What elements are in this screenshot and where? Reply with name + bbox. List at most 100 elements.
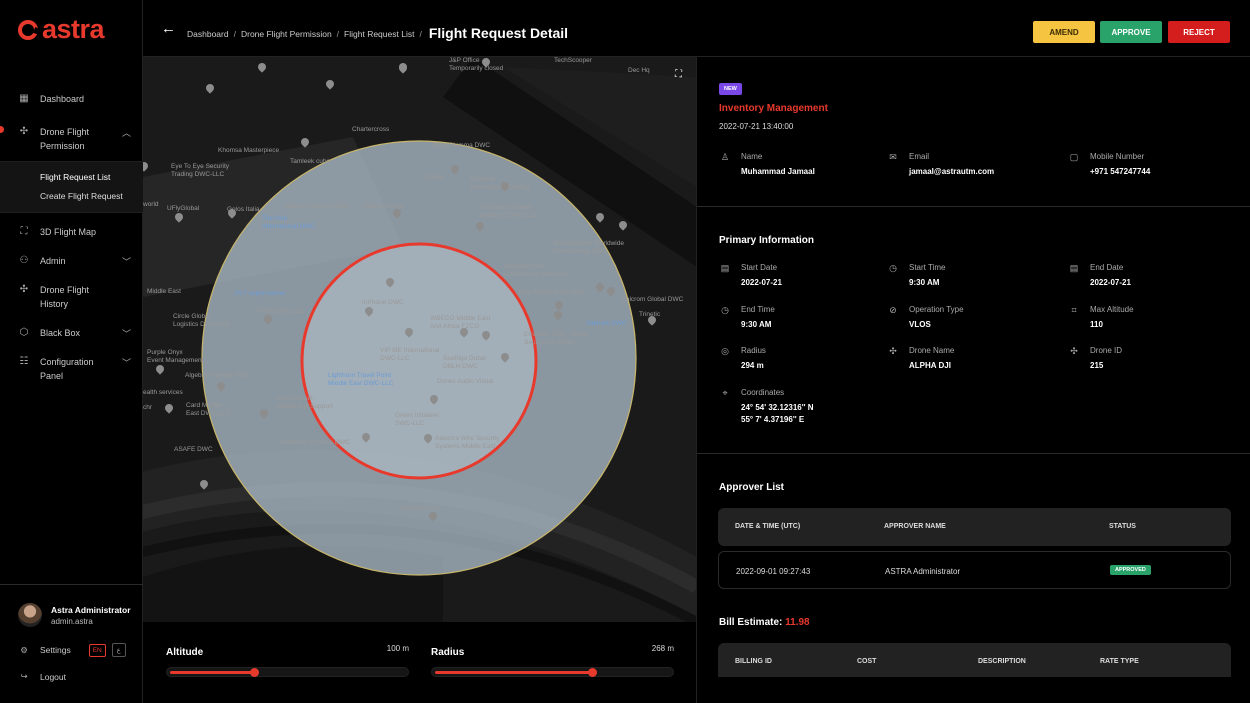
field-label: Operation Type [909, 305, 964, 314]
logout-label: Logout [40, 671, 66, 682]
altitude-fill [170, 671, 254, 674]
field-label: Drone ID [1090, 346, 1123, 355]
approver-name: ASTRA Administrator [885, 567, 961, 576]
lang-en-button[interactable]: EN [88, 643, 106, 657]
gear-icon: ⚙ [20, 644, 28, 655]
altitude-icon: ⌗ [1071, 305, 1077, 315]
sidebar-item-configuration-panel[interactable]: ☷ Configuration Panel ﹀ [0, 351, 143, 391]
request-datetime: 2022-07-21 13:40:00 [719, 122, 794, 131]
field-value: +971 547247744 [1090, 167, 1151, 176]
sidebar-item-label: Dashboard [40, 94, 85, 104]
field-value: Muhammad Jamaal [741, 167, 815, 176]
map-icon: ⛶ [20, 226, 28, 237]
map-controls: Altitude 100 m Radius 268 m [143, 622, 697, 703]
sidebar-sub-create-flight-request[interactable]: Create Flight Request [0, 187, 143, 206]
astra-logo[interactable]: astra [18, 14, 105, 45]
field-label: End Date [1090, 263, 1124, 272]
clock-icon: ◷ [889, 263, 897, 273]
altitude-slider[interactable] [166, 667, 409, 677]
field-value: 110 [1090, 320, 1103, 329]
field-value: 2022-07-21 [1090, 278, 1131, 287]
field-value: VLOS [909, 320, 931, 329]
field-label: End Time [741, 305, 775, 314]
sidebar-item-label: 3D Flight Map [40, 227, 97, 237]
status-badge: NEW [719, 83, 742, 95]
sidebar-item-admin[interactable]: ⚇ Admin ﹀ [0, 250, 143, 279]
config-icon: ☷ [19, 356, 29, 367]
breadcrumb-dashboard[interactable]: Dashboard [187, 29, 229, 39]
reject-button[interactable]: REJECT [1168, 21, 1230, 43]
column-header: BILLING ID [735, 658, 772, 665]
field-value: jamaal@astrautm.com [909, 167, 995, 176]
sidebar-item-3d-flight-map[interactable]: ⛶ 3D Flight Map [0, 221, 143, 250]
altitude-slider-handle[interactable] [250, 668, 259, 677]
user-email: admin.astra [51, 617, 93, 626]
top-bar: ← Dashboard / Drone Flight Permission / … [143, 0, 1250, 57]
approver-datetime: 2022-09-01 09:27:43 [736, 567, 811, 576]
user-profile[interactable]: Astra Administrator admin.astra [0, 603, 143, 627]
sidebar-item-dashboard[interactable]: ▦ Dashboard [0, 88, 143, 117]
box-icon: ⬡ [19, 327, 29, 338]
drone-icon: ✣ [19, 126, 29, 137]
fullscreen-icon[interactable]: ⛶ [675, 69, 682, 80]
sidebar-item-black-box[interactable]: ⬡ Black Box ﹀ [0, 322, 143, 351]
column-header: DATE & TIME (UTC) [735, 523, 801, 530]
sidebar-item-label: Admin [40, 256, 66, 266]
radius-slider[interactable] [431, 667, 674, 677]
chevron-down-icon: ﹀ [121, 358, 131, 368]
active-indicator [0, 126, 4, 133]
operation-icon: ⊘ [889, 305, 897, 315]
column-header: RATE TYPE [1100, 658, 1139, 665]
sidebar: astra ▦ Dashboard ✣ Drone Flight Permiss… [0, 0, 143, 703]
logout-icon: ↪ [20, 671, 28, 681]
amend-button[interactable]: AMEND [1033, 21, 1095, 43]
sidebar-item-label: Drone Flight History [40, 285, 90, 309]
sidebar-item-label: Black Box [40, 328, 81, 338]
field-value: ALPHA DJI [909, 361, 951, 370]
table-row[interactable]: 2022-09-01 09:27:43 ASTRA Administrator … [718, 551, 1231, 589]
sidebar-item-label: Configuration Panel [40, 357, 94, 381]
breadcrumb-separator: / [233, 29, 236, 39]
radius-slider-handle[interactable] [588, 668, 597, 677]
billing-table-header: BILLING ID COST DESCRIPTION RATE TYPE [718, 643, 1231, 677]
breadcrumb: Dashboard / Drone Flight Permission / Fl… [187, 25, 568, 42]
settings-link[interactable]: Settings [40, 645, 71, 655]
flight-map[interactable]: J&P Office Temporarily closed TechScooper… [143, 57, 697, 622]
field-label: Max Altitude [1090, 305, 1134, 314]
approve-button[interactable]: APPROVE [1100, 21, 1162, 43]
drone-icon: ✣ [1070, 346, 1078, 356]
avatar [18, 603, 42, 627]
sidebar-submenu: Flight Request List Create Flight Reques… [0, 161, 143, 213]
logout-row[interactable]: ↪ Logout [0, 671, 143, 682]
field-label: Radius [741, 346, 766, 355]
breadcrumb-flight-request-list[interactable]: Flight Request List [344, 29, 414, 39]
mail-icon: ✉ [889, 152, 897, 162]
field-label: Name [741, 152, 763, 161]
radius-icon: ◎ [721, 346, 729, 356]
user-name: Astra Administrator [51, 605, 131, 615]
sidebar-item-drone-flight-permission[interactable]: ✣ Drone Flight Permission ︿ [0, 121, 143, 161]
lang-ar-button[interactable]: ع [111, 643, 126, 657]
logo-mark-icon [18, 19, 38, 40]
altitude-slider-group: Altitude 100 m [166, 642, 409, 677]
sidebar-item-label: Drone Flight Permission [40, 127, 90, 151]
status-badge: APPROVED [1110, 565, 1151, 575]
dashboard-icon: ▦ [19, 93, 29, 104]
column-header: APPROVER NAME [884, 523, 946, 530]
drone-icon: ✣ [19, 284, 29, 295]
sidebar-footer: Astra Administrator admin.astra ⚙ Settin… [0, 584, 143, 682]
radius-value: 268 m [651, 644, 674, 653]
field-label: Drone Name [909, 346, 955, 355]
detail-panel: NEW Inventory Management 2022-07-21 13:4… [697, 57, 1250, 703]
field-label: Start Time [909, 263, 946, 272]
back-arrow-icon[interactable]: ← [161, 20, 176, 37]
chevron-up-icon: ︿ [121, 128, 131, 138]
primary-information: Primary Information ▤ Start Date 2022-07-2… [697, 207, 1250, 454]
settings-row: ⚙ Settings EN ع [0, 643, 143, 657]
breadcrumb-drone-flight-permission[interactable]: Drone Flight Permission [241, 29, 332, 39]
field-value: 9:30 AM [909, 278, 940, 287]
clock-icon: ◷ [721, 305, 729, 315]
sidebar-item-drone-flight-history[interactable]: ✣ Drone Flight History [0, 279, 143, 322]
sidebar-sub-flight-request-list[interactable]: Flight Request List [0, 168, 143, 187]
chevron-down-icon: ﹀ [121, 329, 131, 339]
